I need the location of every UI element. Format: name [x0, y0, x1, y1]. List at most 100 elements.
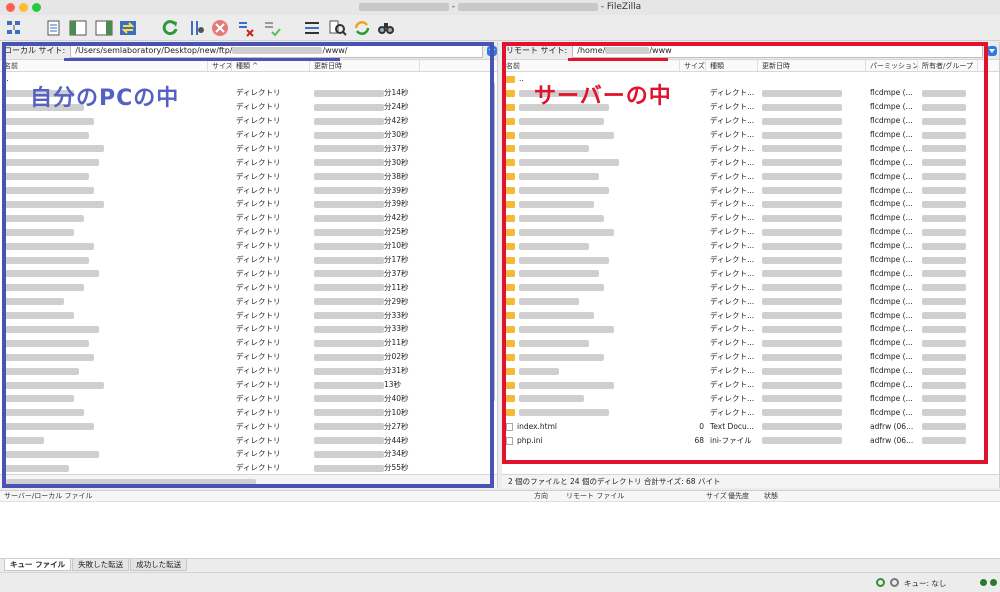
local-col-modified[interactable]: 更新日時: [310, 60, 420, 71]
list-item[interactable]: ディレクト... flcdmpe (...: [502, 141, 999, 155]
list-item[interactable]: ディレクト... flcdmpe (...: [502, 391, 999, 405]
list-item[interactable]: ディレクト... flcdmpe (...: [502, 405, 999, 419]
local-path-input[interactable]: /Users/semlaboratory/Desktop/new/ftp//ww…: [70, 43, 483, 58]
list-item[interactable]: ディレクト... flcdmpe (...: [502, 114, 999, 128]
list-item[interactable]: ディレクトリ 分30秒: [0, 155, 497, 169]
site-manager-icon[interactable]: [4, 18, 24, 38]
list-item[interactable]: ディレクトリ 13秒: [0, 378, 497, 392]
list-item[interactable]: ディレクト... flcdmpe (...: [502, 294, 999, 308]
remote-file-list[interactable]: .. ディレクト... flcdmpe (... ディレクト... flcdmpe (.…: [502, 72, 999, 447]
queue-col-server-file[interactable]: サーバー/ローカル ファイル: [0, 491, 534, 501]
tab-failed-transfers[interactable]: 失敗した転送: [72, 559, 130, 571]
list-item[interactable]: ディレクト... flcdmpe (...: [502, 169, 999, 183]
list-item[interactable]: ディレクトリ 分44秒: [0, 433, 497, 447]
list-item[interactable]: ディレクトリ 分33秒: [0, 308, 497, 322]
list-item[interactable]: ディレクト... flcdmpe (...: [502, 211, 999, 225]
list-item[interactable]: ディレクト... flcdmpe (...: [502, 308, 999, 322]
sync-browse-icon[interactable]: [352, 18, 372, 38]
settings-gear-icon[interactable]: [876, 578, 885, 587]
list-item[interactable]: ディレクト... flcdmpe (...: [502, 336, 999, 350]
remote-col-name[interactable]: 名前: [502, 60, 680, 71]
queue-col-direction[interactable]: 方向: [534, 491, 566, 501]
list-item[interactable]: ディレクトリ 分10秒: [0, 239, 497, 253]
tab-queued-files[interactable]: キュー ファイル: [4, 559, 72, 571]
queue-col-remote-file[interactable]: リモート ファイル: [566, 491, 706, 501]
remote-col-perm[interactable]: パーミッション: [866, 60, 918, 71]
remote-path-dropdown[interactable]: [987, 45, 997, 56]
list-item[interactable]: ディレクトリ 分11秒: [0, 280, 497, 294]
queue-tabs: キュー ファイル 失敗した転送 成功した転送: [0, 558, 1000, 571]
list-item[interactable]: ディレクトリ 分40秒: [0, 391, 497, 405]
list-item[interactable]: ディレクトリ 分38秒: [0, 169, 497, 183]
remote-col-size[interactable]: サイズ: [680, 60, 706, 71]
toolbar: [0, 15, 1000, 41]
list-item[interactable]: ディレクトリ 分10秒: [0, 405, 497, 419]
message-log-icon[interactable]: [44, 18, 64, 38]
speed-limit-icon[interactable]: [890, 578, 899, 587]
list-item[interactable]: php.ini 68 ini-ファイル adfrw (06...: [502, 433, 999, 447]
local-file-list[interactable]: .. ディレクトリ 分14秒 ディレクトリ 分24秒 ディレクトリ 分42秒 ディレクトリ 分3…: [0, 72, 497, 475]
list-item[interactable]: ディレクト... flcdmpe (...: [502, 280, 999, 294]
list-item[interactable]: ディレクトリ 分42秒: [0, 211, 497, 225]
queue-col-priority[interactable]: 優先度: [728, 491, 764, 501]
process-queue-icon[interactable]: [186, 18, 206, 38]
local-col-type[interactable]: 種類 ^: [232, 60, 310, 71]
list-item[interactable]: ディレクト... flcdmpe (...: [502, 350, 999, 364]
list-item[interactable]: ディレクトリ 分17秒: [0, 253, 497, 267]
list-item[interactable]: ディレクト... flcdmpe (...: [502, 253, 999, 267]
queue-col-state[interactable]: 状態: [764, 491, 804, 501]
list-item[interactable]: ディレクトリ 分37秒: [0, 141, 497, 155]
list-item[interactable]: ディレクトリ 分33秒: [0, 322, 497, 336]
remote-col-owner[interactable]: 所有者/グループ: [918, 60, 978, 71]
list-item[interactable]: ディレクトリ 分42秒: [0, 114, 497, 128]
list-item[interactable]: ディレクト... flcdmpe (...: [502, 364, 999, 378]
local-path-dropdown[interactable]: [487, 45, 497, 56]
list-item[interactable]: ディレクトリ 分29秒: [0, 294, 497, 308]
local-col-name[interactable]: 名前: [0, 60, 208, 71]
transfer-queue-icon[interactable]: [118, 18, 138, 38]
remote-col-type[interactable]: 種類: [706, 60, 758, 71]
list-item[interactable]: ディレクトリ 分37秒: [0, 266, 497, 280]
list-item[interactable]: ディレクト... flcdmpe (...: [502, 197, 999, 211]
tab-successful-transfers[interactable]: 成功した転送: [130, 559, 188, 571]
list-item[interactable]: ディレクトリ 分11秒: [0, 336, 497, 350]
list-item[interactable]: ディレクトリ 分31秒: [0, 364, 497, 378]
filter-icon[interactable]: [302, 18, 322, 38]
list-item[interactable]: ディレクトリ 分30秒: [0, 128, 497, 142]
list-item[interactable]: ディレクトリ 分39秒: [0, 197, 497, 211]
folder-icon: [506, 312, 515, 320]
remote-path-input[interactable]: /home//www: [572, 43, 983, 58]
remote-tree-icon[interactable]: [94, 18, 114, 38]
list-item[interactable]: ディレクト... flcdmpe (...: [502, 239, 999, 253]
list-item[interactable]: ディレクトリ 分25秒: [0, 225, 497, 239]
list-item[interactable]: ディレクトリ 分34秒: [0, 447, 497, 461]
list-item[interactable]: index.html 0 Text Docu... adfrw (06...: [502, 419, 999, 433]
reconnect-icon[interactable]: [262, 18, 282, 38]
list-item[interactable]: ディレクトリ 分27秒: [0, 419, 497, 433]
search-icon[interactable]: [376, 18, 396, 38]
list-item[interactable]: ディレクト... flcdmpe (...: [502, 155, 999, 169]
compare-icon[interactable]: [328, 18, 348, 38]
list-item[interactable]: ディレクト... flcdmpe (...: [502, 378, 999, 392]
list-item[interactable]: ディレクト... flcdmpe (...: [502, 322, 999, 336]
folder-icon: [506, 284, 515, 292]
remote-col-modified[interactable]: 更新日時: [758, 60, 866, 71]
cancel-icon[interactable]: [210, 18, 230, 38]
list-item[interactable]: ディレクト... flcdmpe (...: [502, 225, 999, 239]
refresh-icon[interactable]: [160, 18, 180, 38]
list-item[interactable]: ディレクトリ 分55秒: [0, 461, 497, 475]
list-item[interactable]: ディレクト... flcdmpe (...: [502, 266, 999, 280]
folder-icon: [506, 395, 515, 403]
list-item[interactable]: ディレクト... flcdmpe (...: [502, 128, 999, 142]
local-tree-icon[interactable]: [68, 18, 88, 38]
entry-type: ディレクトリ: [236, 435, 281, 445]
local-annotation: 自分のPCの中: [30, 86, 180, 111]
local-col-size[interactable]: サイズ: [208, 60, 232, 71]
local-scrollbar[interactable]: [490, 82, 495, 402]
list-item[interactable]: ディレクトリ 分02秒: [0, 350, 497, 364]
disconnect-icon[interactable]: [236, 18, 256, 38]
list-item[interactable]: ディレクト... flcdmpe (...: [502, 183, 999, 197]
list-item[interactable]: ディレクトリ 分39秒: [0, 183, 497, 197]
folder-icon: [506, 159, 515, 167]
queue-col-size[interactable]: サイズ: [706, 491, 728, 501]
